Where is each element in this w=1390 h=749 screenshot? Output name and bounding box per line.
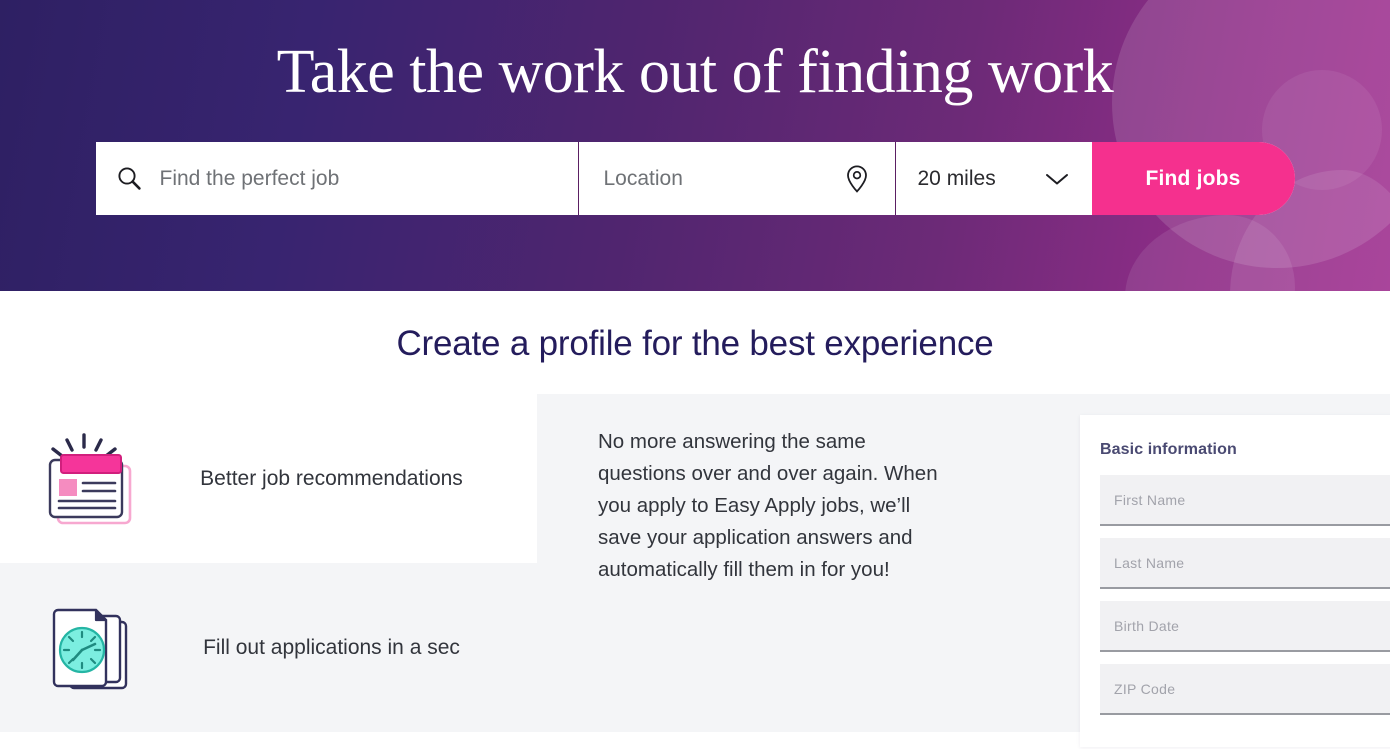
zip-code-field[interactable]: ZIP Code (1100, 664, 1390, 715)
chevron-down-icon[interactable] (1044, 171, 1070, 187)
radius-selected-value: 20 miles (917, 166, 996, 190)
documents-clock-icon (38, 600, 142, 696)
feature-label: Better job recommendations (200, 466, 463, 490)
birth-date-placeholder: Birth Date (1114, 617, 1180, 634)
form-card-title: Basic information (1100, 441, 1237, 458)
hero-title: Take the work out of finding work (276, 38, 1114, 106)
map-pin-icon[interactable] (843, 164, 871, 194)
location-search-field[interactable]: Location (578, 142, 895, 215)
profile-section-content: Better job recommendations Fill out appl… (0, 394, 1390, 747)
feature-item-recommendations: Better job recommendations (0, 394, 537, 563)
birth-date-field[interactable]: Birth Date (1100, 601, 1390, 652)
last-name-placeholder: Last Name (1114, 554, 1185, 571)
profile-description: No more answering the same questions ove… (598, 430, 938, 581)
first-name-placeholder: First Name (1114, 491, 1186, 508)
hero-banner: Take the work out of finding work Find t… (0, 0, 1390, 291)
profile-detail-panel: No more answering the same questions ove… (537, 394, 1390, 747)
feature-list: Better job recommendations Fill out appl… (0, 394, 537, 732)
decorative-blob-bottom (1125, 215, 1295, 291)
feature-item-applications: Fill out applications in a sec (0, 563, 537, 732)
zip-code-placeholder: ZIP Code (1114, 680, 1176, 697)
radius-dropdown[interactable]: 20 miles (895, 142, 1092, 215)
basic-information-card: Basic information First Name Last Name B… (1080, 415, 1390, 747)
job-search-bar: Find the perfect job Location 20 miles F… (95, 142, 1295, 215)
search-icon (116, 165, 143, 192)
keyword-search-placeholder: Find the perfect job (159, 166, 340, 190)
location-placeholder: Location (603, 166, 683, 190)
first-name-field[interactable]: First Name (1100, 475, 1390, 526)
last-name-field[interactable]: Last Name (1100, 538, 1390, 589)
profile-section-heading: Create a profile for the best experience (396, 324, 994, 363)
find-jobs-button[interactable]: Find jobs (1091, 142, 1295, 215)
keyword-search-field[interactable]: Find the perfect job (95, 142, 578, 215)
feature-label: Fill out applications in a sec (203, 635, 460, 659)
resume-card-icon (38, 431, 142, 527)
